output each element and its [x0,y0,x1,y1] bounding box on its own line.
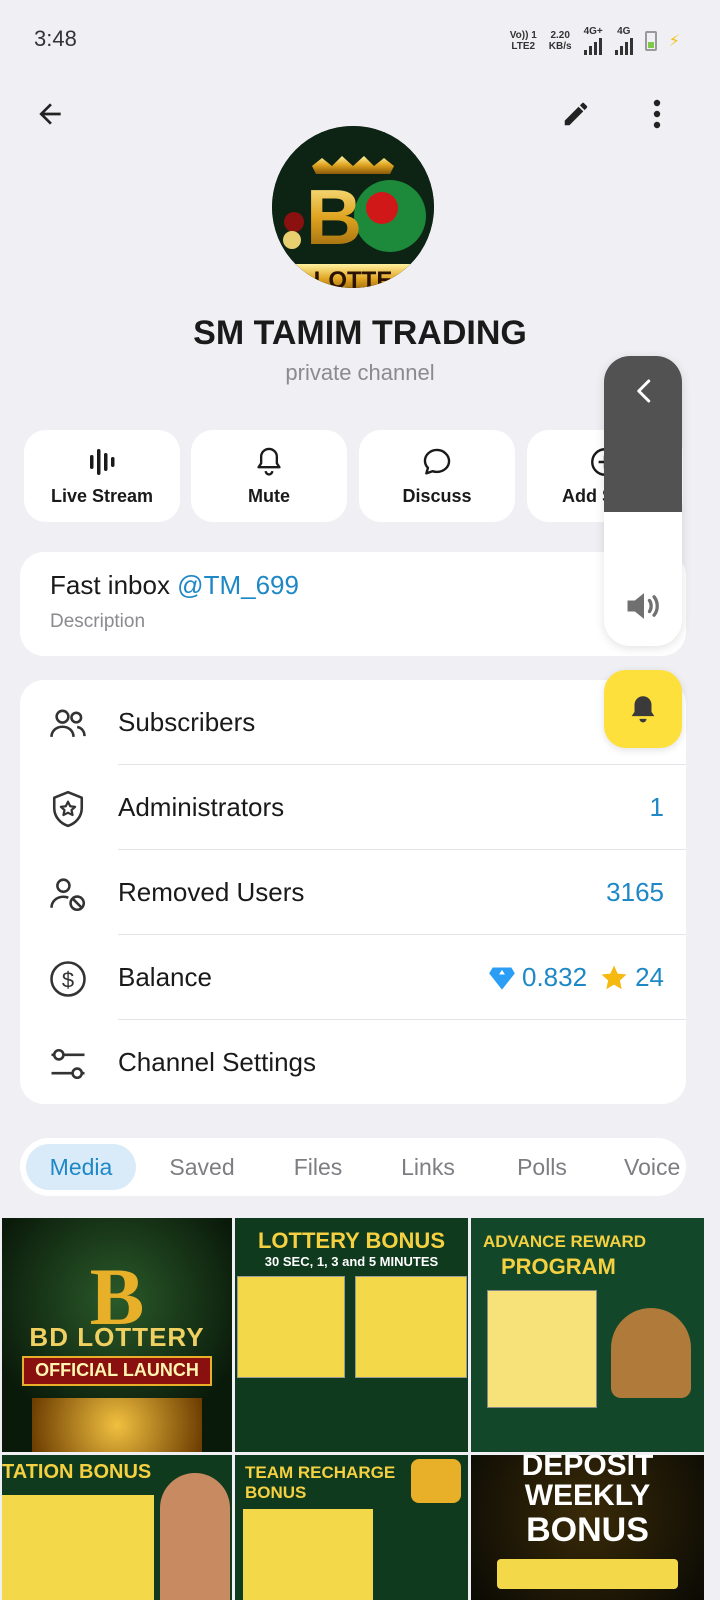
chat-bubble-icon [423,448,451,475]
signal-bars-icon [614,37,633,55]
discuss-button[interactable]: Discuss [359,430,515,522]
tab-media[interactable]: Media [26,1144,136,1190]
administrators-label: Administrators [118,792,285,822]
media-item[interactable]: B BD LOTTERY OFFICIAL LAUNCH [2,1218,232,1452]
administrators-row[interactable]: Administrators 1 [20,765,686,850]
charging-icon: ⚡ [668,32,680,50]
tab-polls[interactable]: Polls [494,1144,590,1190]
tab-files[interactable]: Files [270,1144,366,1190]
pencil-icon [564,102,588,126]
ton-diamond-icon [489,967,515,990]
description-text: Fast inbox @TM_699 [50,570,299,600]
star-icon [601,965,627,989]
status-bar: 3:48 Vo)) 1 LTE2 2.20 KB/s 4G+ 4G ⚡ [0,0,720,80]
channel-avatar[interactable]: B LOTTE [272,126,434,288]
administrators-count: 1 [649,792,664,822]
media-item[interactable]: DEPOSIT WEEKLY BONUS [471,1455,704,1600]
arrow-left-icon [39,103,61,125]
channel-name: SM TAMIM TRADING [193,314,527,352]
balance-values: 0.832 24 [488,962,664,993]
bd-lottery-logo: B LOTTE [272,126,434,288]
channel-settings-label: Channel Settings [118,1047,317,1077]
username-link[interactable]: @TM_699 [177,570,299,600]
media-item[interactable]: TATION BONUS [2,1455,232,1600]
tab-links[interactable]: Links [380,1144,476,1190]
users-icon [50,709,86,737]
media-item[interactable]: ADVANCE REWARD PROGRAM [471,1218,704,1452]
tab-saved[interactable]: Saved [146,1144,258,1190]
media-grid: B BD LOTTERY OFFICIAL LAUNCH LOTTERY BON… [0,1218,720,1600]
signal-bars-icon [583,37,603,55]
bell-icon [257,447,281,476]
more-vertical-icon [653,99,661,129]
channel-info-list: Subscribers 3 Administrators 1 Removed U… [20,680,686,1104]
signal-2: 4G [614,26,633,55]
signal-1: 4G+ [583,26,603,55]
balance-label: Balance [118,962,212,992]
media-item[interactable]: LOTTERY BONUS 30 SEC, 1, 3 and 5 MINUTES [235,1218,468,1452]
channel-settings-row[interactable]: Channel Settings [20,1020,686,1104]
more-options-button[interactable] [640,94,674,134]
edit-button[interactable] [556,94,596,134]
tab-voice[interactable]: Voice [614,1144,686,1190]
media-tabs: Media Saved Files Links Polls Voice [20,1138,686,1196]
back-button[interactable] [30,94,70,134]
media-item[interactable]: TEAM RECHARGE BONUS [235,1455,468,1600]
user-blocked-icon [50,878,86,912]
subscribers-label: Subscribers [118,707,256,737]
battery-icon [644,30,657,51]
mute-button[interactable]: Mute [191,430,347,522]
svg-text:B: B [306,173,362,261]
chevron-left-icon[interactable] [630,376,660,406]
dollar-circle-icon: $ [50,961,86,997]
subscribers-row[interactable]: Subscribers 3 [20,680,686,765]
description-label: Description [50,611,146,632]
volume-panel[interactable] [604,356,682,646]
description-card: Fast inbox @TM_699 Description [20,552,686,656]
svg-text:LOTTE: LOTTE [314,267,393,288]
notification-toggle-button[interactable] [604,670,682,748]
live-stream-button[interactable]: Live Stream [24,430,180,522]
network-speed: 2.20 KB/s [548,29,572,52]
balance-row[interactable]: $ Balance 0.832 24 [20,935,686,1020]
svg-text:$: $ [62,967,74,992]
speaker-icon[interactable] [622,584,666,628]
sliders-icon [51,1048,85,1080]
live-stream-icon [90,449,115,475]
status-time: 3:48 [34,26,77,51]
shield-star-icon [52,790,84,828]
status-icons: Vo)) 1 LTE2 2.20 KB/s 4G+ 4G ⚡ [510,26,680,55]
bell-icon [631,696,655,723]
removed-users-count: 3165 [606,877,664,907]
volte-indicator: Vo)) 1 LTE2 [509,29,537,52]
removed-users-label: Removed Users [118,877,305,907]
removed-users-row[interactable]: Removed Users 3165 [20,850,686,935]
